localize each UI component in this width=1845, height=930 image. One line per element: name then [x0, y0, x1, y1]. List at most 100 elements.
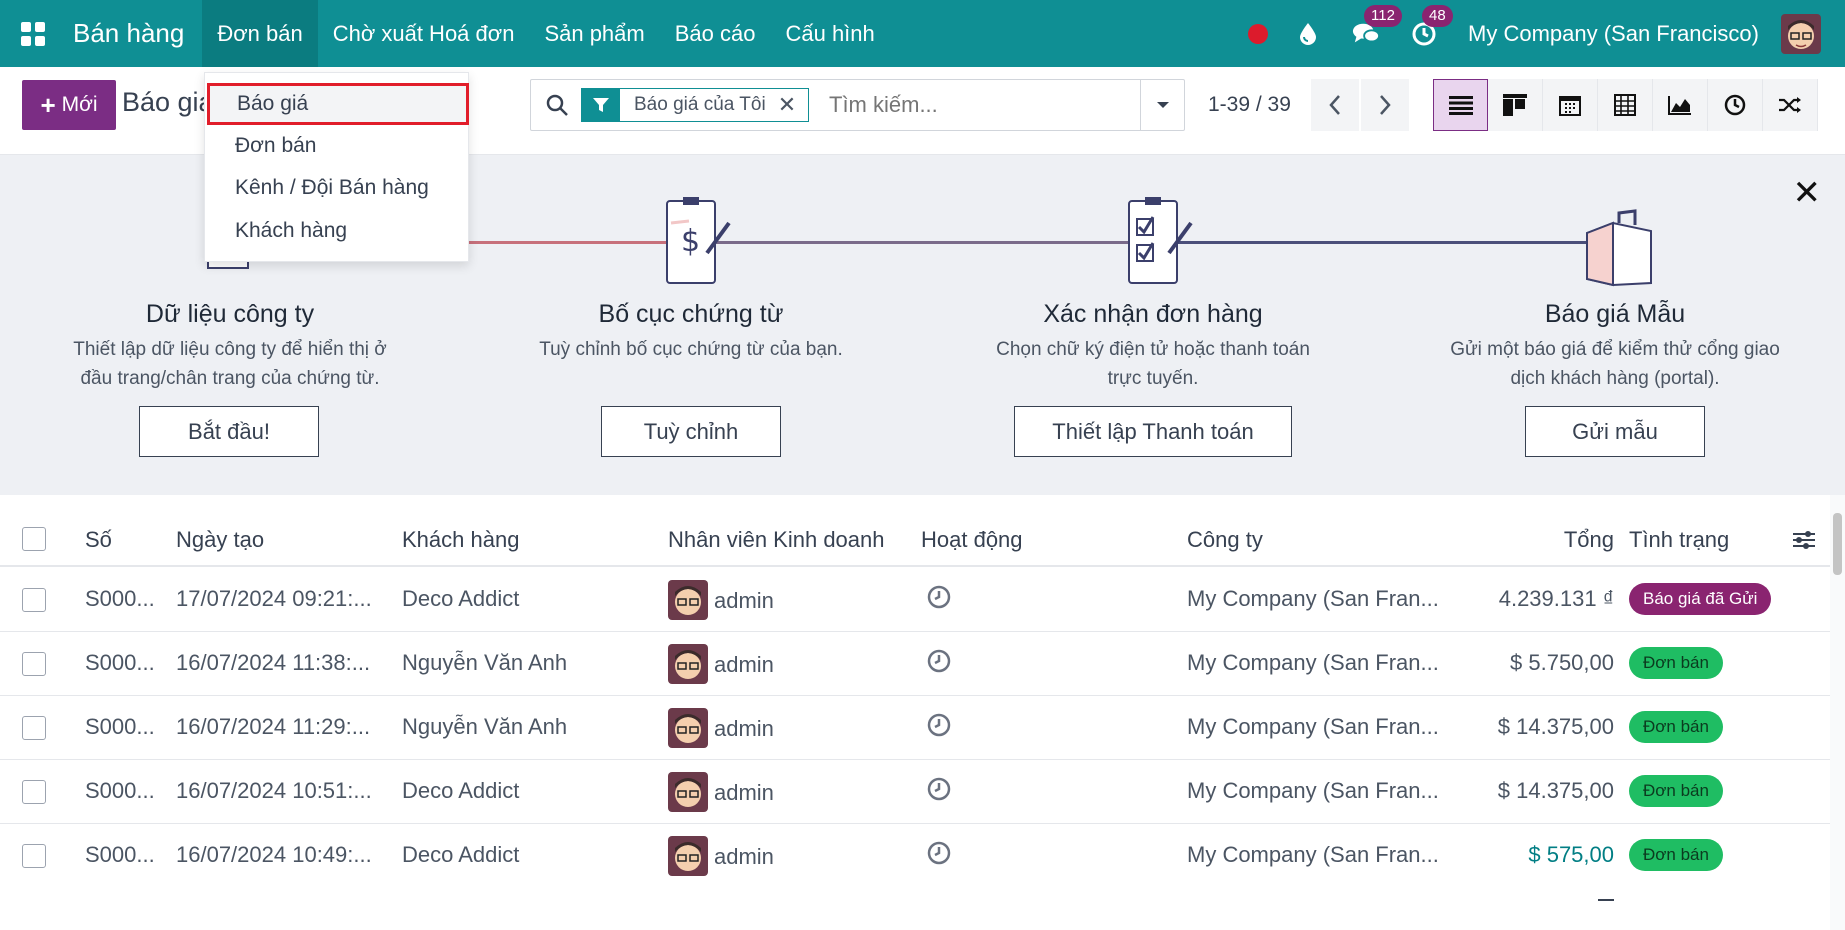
scrollbar-thumb[interactable] [1833, 513, 1842, 575]
cell-total: $ 5.750,00 [1510, 650, 1614, 675]
salesperson-avatar [668, 772, 708, 812]
onboarding-step-title: Dữ liệu công ty [145, 300, 315, 328]
table-row[interactable]: S000... 17/07/2024 09:21:... Deco Addict… [0, 568, 1830, 632]
dropdown-item-khach-hang[interactable]: Khách hàng [205, 210, 470, 252]
row-checkbox[interactable] [22, 588, 46, 612]
facet-label: Báo giá của Tôi [634, 94, 766, 115]
column-header-customer[interactable]: Khách hàng [402, 527, 519, 553]
cell-company: My Company (San Fran... [1187, 586, 1439, 611]
cell-customer: Deco Addict [402, 586, 520, 611]
facet-remove-icon[interactable]: ✕ [778, 92, 808, 118]
row-checkbox[interactable] [22, 844, 46, 868]
pager-value[interactable]: 1-39 / 39 [1208, 93, 1291, 117]
table-row[interactable]: S000... 16/07/2024 10:51:... Deco Addict… [0, 760, 1830, 824]
column-header-date[interactable]: Ngày tạo [176, 527, 264, 553]
list-view-icon[interactable] [1433, 79, 1488, 131]
cell-number: S000... [85, 842, 155, 867]
dropdown-item-don-ban[interactable]: Đơn bán [205, 125, 470, 167]
cell-number: S000... [85, 714, 155, 739]
menu-bao-cao[interactable]: Báo cáo [660, 0, 771, 67]
cell-salesperson: admin [714, 844, 774, 869]
cell-company: My Company (San Fran... [1187, 714, 1439, 739]
setup-payment-button[interactable]: Thiết lập Thanh toán [1014, 406, 1292, 457]
column-header-activity[interactable]: Hoạt động [921, 527, 1023, 553]
cell-company: My Company (San Fran... [1187, 778, 1439, 803]
chevron-left-icon [1329, 95, 1340, 115]
cell-total: $ 575,00 [1528, 842, 1614, 867]
column-header-status[interactable]: Tình trạng [1629, 527, 1729, 553]
menu-don-ban[interactable]: Đơn bán [202, 0, 318, 67]
calendar-view-icon[interactable] [1543, 79, 1598, 131]
new-button[interactable]: + Mới [22, 80, 116, 130]
customize-button[interactable]: Tuỳ chỉnh [601, 406, 781, 457]
onboarding-step-title: Bố cục chứng từ [598, 300, 784, 328]
row-checkbox[interactable] [22, 652, 46, 676]
cell-date: 17/07/2024 09:21:... [176, 586, 372, 611]
send-sample-button[interactable]: Gửi mẫu [1525, 406, 1705, 457]
menu-cho-xuat-hoa-don[interactable]: Chờ xuất Hoá đơn [318, 0, 530, 67]
company-switcher[interactable]: My Company (San Francisco) [1468, 21, 1759, 47]
cell-date: 16/07/2024 11:29:... [176, 714, 371, 739]
column-header-company[interactable]: Công ty [1187, 527, 1263, 553]
onboarding-step-desc: Chọn chữ ký điện tử hoặc thanh toán trực… [996, 339, 1310, 389]
onboarding-step-desc: Gửi một báo giá để kiểm thử cổng giao dị… [1450, 339, 1780, 389]
row-checkbox[interactable] [22, 716, 46, 740]
pager-next-button[interactable] [1361, 79, 1409, 131]
menu-san-pham[interactable]: Sản phẩm [529, 0, 659, 67]
cell-salesperson: admin [714, 716, 774, 741]
start-button[interactable]: Bắt đầu! [139, 406, 319, 457]
dropdown-item-kenh-doi-ban-hang[interactable]: Kênh / Đội Bán hàng [205, 167, 470, 209]
activity-view-icon[interactable] [1708, 79, 1763, 131]
column-header-salesperson[interactable]: Nhân viên Kinh doanh [668, 527, 885, 553]
onboarding-step-desc: Thiết lập dữ liệu công ty để hiển thị ở … [73, 339, 387, 389]
optional-columns-icon[interactable] [1792, 529, 1816, 557]
activity-clock-icon[interactable]: 48 [1410, 4, 1453, 48]
search-options-toggle[interactable] [1140, 80, 1184, 130]
select-all-checkbox[interactable] [22, 527, 46, 551]
salesperson-avatar [668, 708, 708, 748]
search-bar[interactable]: Báo giá của Tôi ✕ [530, 79, 1185, 131]
record-icon[interactable] [1248, 23, 1269, 44]
column-header-total[interactable]: Tổng [1564, 527, 1614, 553]
activity-clock-icon[interactable] [926, 648, 952, 680]
filter-icon [582, 89, 620, 121]
activity-clock-icon[interactable] [926, 840, 952, 872]
checklist-icon [1121, 193, 1197, 294]
minimize-icon [1598, 899, 1614, 901]
pager-previous-button[interactable] [1311, 79, 1359, 131]
plus-icon: + [40, 90, 56, 120]
close-onboarding-icon[interactable]: ✕ [1793, 173, 1822, 213]
pivot-view-icon[interactable] [1598, 79, 1653, 131]
table-row[interactable]: S000... 16/07/2024 11:38:... Nguyễn Văn … [0, 632, 1830, 696]
graph-view-icon[interactable] [1653, 79, 1708, 131]
activity-clock-icon[interactable] [926, 776, 952, 808]
search-icon[interactable] [545, 93, 569, 122]
cell-total: $ 14.375,00 [1497, 778, 1614, 803]
activity-clock-icon[interactable] [926, 584, 952, 616]
apps-menu-icon[interactable] [0, 0, 66, 67]
view-switcher [1433, 79, 1818, 131]
status-badge: Đơn bán [1629, 839, 1723, 871]
app-brand[interactable]: Bán hàng [66, 0, 202, 67]
status-badge: Báo giá đã Gửi [1629, 583, 1772, 615]
droplet-icon[interactable] [1294, 20, 1322, 48]
top-navbar: Bán hàng Đơn bán Chờ xuất Hoá đơn Sản ph… [0, 0, 1845, 67]
cell-company: My Company (San Fran... [1187, 650, 1439, 675]
table-row[interactable]: S000... 16/07/2024 10:49:... Deco Addict… [0, 824, 1830, 888]
table-row[interactable]: S000... 16/07/2024 11:29:... Nguyễn Văn … [0, 696, 1830, 760]
kanban-view-icon[interactable] [1488, 79, 1543, 131]
dropdown-item-bao-gia[interactable]: Báo giá [207, 83, 469, 125]
menu-cau-hinh[interactable]: Cấu hình [770, 0, 889, 67]
activity-clock-icon[interactable] [926, 712, 952, 744]
shuffle-view-icon[interactable] [1763, 79, 1818, 131]
new-button-label: Mới [61, 93, 98, 116]
search-input[interactable] [829, 88, 1129, 122]
column-header-number[interactable]: Số [85, 527, 112, 553]
cell-total: $ 14.375,00 [1497, 714, 1614, 739]
user-avatar[interactable] [1781, 13, 1821, 54]
cell-salesperson: admin [714, 652, 774, 677]
messages-icon[interactable]: 112 [1352, 4, 1402, 48]
vertical-scrollbar[interactable] [1830, 495, 1845, 930]
cell-number: S000... [85, 778, 155, 803]
row-checkbox[interactable] [22, 780, 46, 804]
